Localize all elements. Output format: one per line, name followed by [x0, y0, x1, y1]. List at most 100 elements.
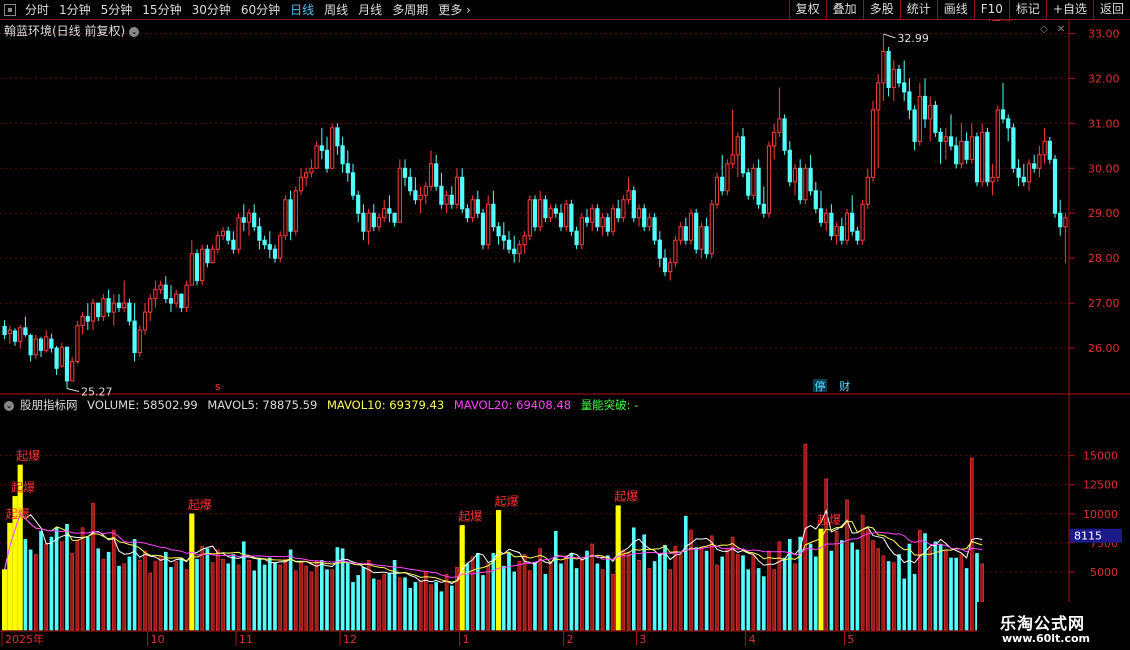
toolbar-button-7[interactable]: +自选	[1045, 0, 1093, 19]
volume-bar	[699, 547, 704, 631]
candle	[865, 168, 870, 209]
candle	[876, 73, 881, 169]
candle-body	[610, 208, 616, 232]
toolbar-button-8[interactable]: 返回	[1092, 0, 1130, 19]
period-tab-9[interactable]: 多周期	[387, 1, 433, 18]
signal-label: 起爆	[817, 513, 841, 527]
volume-bar	[293, 570, 298, 631]
volume-bar	[517, 561, 522, 631]
volume-bar	[834, 530, 839, 631]
volume-bar	[491, 553, 496, 631]
candle	[870, 100, 876, 182]
candle-body	[512, 248, 517, 255]
period-tab-2[interactable]: 5分钟	[96, 1, 138, 18]
diamond-icon[interactable]: ◇	[1040, 24, 1048, 35]
candle-body	[501, 235, 506, 241]
volume-bar	[704, 550, 709, 631]
candle	[756, 159, 761, 209]
volume-bar	[127, 556, 132, 631]
chevron-down-icon[interactable]: ⌄	[129, 26, 140, 37]
volume-bar	[153, 561, 158, 631]
candle	[200, 244, 205, 286]
candle-body	[621, 199, 626, 219]
window-icon[interactable]	[4, 3, 16, 16]
toolbar-button-1[interactable]: 叠加	[825, 0, 863, 19]
volume-bar	[481, 575, 485, 631]
candle	[236, 213, 241, 254]
candle-body	[304, 172, 309, 178]
candle	[813, 181, 818, 214]
candle-body	[418, 194, 423, 201]
volume-bar	[959, 554, 964, 631]
candle-body	[647, 217, 652, 228]
period-tab-0[interactable]: 分时	[20, 1, 54, 18]
volume-bar	[96, 548, 101, 631]
period-tab-8[interactable]: 月线	[353, 1, 387, 18]
volume-bar	[273, 562, 277, 631]
candle-body	[564, 203, 569, 228]
volume-bar	[65, 523, 69, 631]
period-tab-1[interactable]: 1分钟	[54, 1, 96, 18]
candle-body	[709, 203, 714, 255]
candle-body	[215, 235, 220, 250]
candle	[766, 141, 772, 218]
chevron-down-icon[interactable]: ⌄	[4, 400, 14, 411]
volume-tick-label: 12500	[1083, 479, 1118, 492]
candle-body	[200, 248, 205, 282]
month-label: 12	[343, 633, 357, 646]
candle-body	[324, 149, 330, 169]
volume-bar	[59, 541, 64, 631]
volume-bar	[137, 560, 142, 631]
toolbar-button-0[interactable]: 复权	[788, 0, 826, 19]
toolbar-button-6[interactable]: 标记	[1008, 0, 1046, 19]
candle	[293, 186, 298, 236]
candle-body	[850, 212, 855, 232]
candle-body	[163, 284, 168, 300]
period-tab-7[interactable]: 周线	[319, 1, 353, 18]
candle-body	[808, 167, 813, 192]
candle-body	[522, 235, 527, 246]
candle-body	[959, 140, 964, 165]
volume-bar	[595, 563, 600, 631]
toolbar-button-5[interactable]: F10	[973, 0, 1009, 19]
candle-body	[1021, 176, 1026, 183]
volume-bar	[912, 573, 917, 631]
period-tab-3[interactable]: 15分钟	[137, 1, 186, 18]
candle-body	[813, 190, 818, 210]
candle-body	[600, 217, 605, 228]
toolbar-button-2[interactable]: 多股	[862, 0, 900, 19]
period-tab-10[interactable]: 更多 ›	[433, 1, 476, 18]
candle	[460, 168, 465, 214]
volume-bar	[377, 579, 381, 631]
period-tab-6[interactable]: 日线	[285, 1, 319, 18]
candle	[418, 186, 423, 214]
volume-bar	[881, 555, 886, 631]
volume-bar	[938, 543, 943, 631]
volume-bar	[907, 543, 912, 631]
volume-bar	[683, 515, 688, 631]
toolbar-button-4[interactable]: 画线	[936, 0, 974, 19]
period-tab-4[interactable]: 30分钟	[187, 1, 236, 18]
volume-bar	[897, 554, 901, 631]
volume-bar	[221, 558, 225, 631]
month-label: 4	[749, 633, 756, 646]
volume-bar	[663, 544, 667, 631]
candle-body	[803, 167, 808, 201]
candle-body	[148, 298, 153, 313]
candle	[491, 190, 496, 232]
candle-body	[891, 68, 896, 88]
high-label: 32.99	[897, 32, 929, 45]
candle-body	[80, 316, 85, 327]
candle-body	[688, 212, 694, 241]
candle	[829, 204, 834, 241]
candle	[610, 204, 616, 236]
price-tick-label: 29.00	[1088, 207, 1120, 220]
candle-body	[642, 208, 647, 228]
close-icon[interactable]: ✕	[1057, 24, 1065, 35]
candle	[548, 204, 553, 223]
volume-bar	[850, 542, 855, 631]
signal-label: 起爆	[614, 490, 638, 504]
period-tab-5[interactable]: 60分钟	[236, 1, 285, 18]
toolbar-button-3[interactable]: 统计	[899, 0, 937, 19]
candle	[96, 302, 101, 322]
